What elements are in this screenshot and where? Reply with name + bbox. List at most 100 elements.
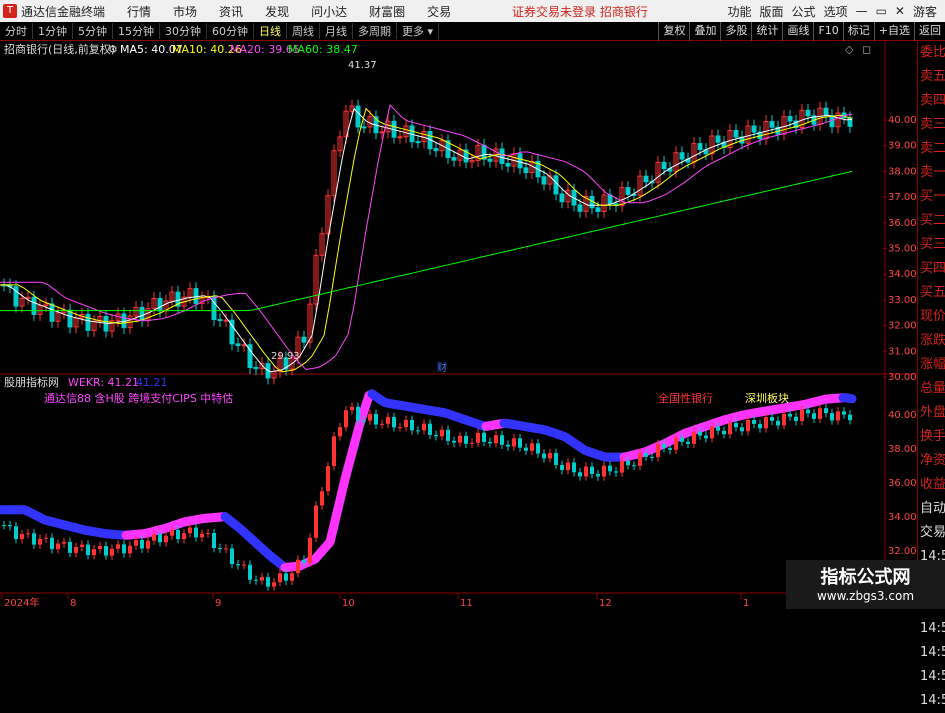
user-label[interactable]: 游客 [913,3,937,20]
candle-body [788,117,792,121]
sub-candle-body [548,453,552,458]
sub-candle-body [50,538,54,549]
stats-button[interactable]: 统计 [751,22,782,41]
tab-30min[interactable]: 30分钟 [160,23,207,39]
finance-marker[interactable]: 财 [437,361,447,374]
sub-candle-body [26,533,30,534]
kline-chart[interactable]: 招商银行(日线,前复权) ⚙ MA5: 40.07 MA10: 40.26 MA… [0,41,917,609]
tab-multi-period[interactable]: 多周期 [353,23,397,39]
candle-body [302,337,306,342]
ma60-label: MA60: 38.47 [288,43,358,56]
f10-button[interactable]: F10 [813,22,842,41]
sub-candle-body [752,420,756,424]
tab-1min[interactable]: 1分钟 [33,23,73,39]
sub-candle-body [728,423,732,434]
price-tick: 34.00 [888,269,917,280]
sub-price-tick: 40.00 [888,410,917,421]
tab-timeshare[interactable]: 分时 [0,23,33,39]
sub-candle-body [608,466,612,472]
sub-candle-body [530,443,534,450]
tab-60min[interactable]: 60分钟 [207,23,254,39]
sub-candle-body [176,530,180,539]
sub-candle-body [398,427,402,428]
sub-candle-body [818,408,822,419]
app-logo-icon: T [3,4,17,18]
minimize-icon[interactable]: — [856,4,868,18]
side-label: 卖一 [918,161,945,185]
menu-layout[interactable]: 版面 [760,3,784,20]
menu-market[interactable]: 市场 [173,3,197,20]
sub-candle-body [326,466,330,491]
menu-ask[interactable]: 问小达 [311,3,347,20]
restore-icon[interactable]: ▭ [876,4,887,18]
tab-weekly[interactable]: 周线 [287,23,320,39]
tab-5min[interactable]: 5分钟 [73,23,113,39]
multi-stock-button[interactable]: 多股 [720,22,751,41]
menu-discover[interactable]: 发现 [265,3,289,20]
price-tick: 31.00 [888,346,917,357]
sub-candle-body [308,538,312,563]
candle-body [596,208,600,212]
draw-button[interactable]: 画线 [782,22,813,41]
sub-candle-body [368,414,372,421]
candle-body [716,136,720,142]
sub-candle-body [452,441,456,443]
expand-icon[interactable]: ◻ [862,43,871,56]
main-price-axis: 40.0039.0038.0037.0036.0035.0034.0033.00… [883,115,917,383]
side-label: 买二 [918,209,945,233]
menu-news[interactable]: 资讯 [219,3,243,20]
wekr-band [0,394,852,568]
settings-icon[interactable]: ⚙ [108,43,118,56]
sub-candle-body [482,433,486,442]
quote-side-panel: 委比卖五卖四卖三卖二卖一买一买二买三买四买五现价涨跌涨幅总量外盘换手净资收益自动… [917,41,945,609]
candle-body [506,163,510,166]
sub-candle-body [566,462,570,470]
login-notice[interactable]: 证券交易未登录 招商银行 [512,3,648,20]
sub-candle-body [596,474,600,476]
mark-button[interactable]: 标记 [843,22,874,41]
sub-candle-body [830,413,834,420]
date-tick: 1 [743,598,749,609]
price-tick: 40.00 [888,115,917,126]
tab-monthly[interactable]: 月线 [320,23,353,39]
candle-body [680,153,684,159]
adjust-button[interactable]: 复权 [658,22,689,41]
menu-wealth[interactable]: 财富圈 [369,3,405,20]
sub-price-tick: 34.00 [888,512,917,523]
sub-candle-body [788,414,792,417]
overlay-button[interactable]: 叠加 [689,22,720,41]
ma60-line [0,171,852,310]
menu-quotes[interactable]: 行情 [127,3,151,20]
sub-candle-body [302,560,306,563]
tab-daily[interactable]: 日线 [254,23,287,39]
sub-candle-body [62,542,66,544]
sub-candle-body [794,417,798,421]
diamond-icon[interactable]: ◇ [845,43,854,56]
sub-candle-body [734,423,738,427]
side-label: 涨跌 [918,329,945,353]
menu-options[interactable]: 选项 [824,3,848,20]
sub-candle-body [422,424,426,431]
side-label: 外盘 [918,401,945,425]
add-watchlist-button[interactable]: +自选 [874,22,914,41]
tab-15min[interactable]: 15分钟 [113,23,160,39]
tab-more[interactable]: 更多 ▾ [397,23,439,39]
price-tick: 35.00 [888,244,917,255]
candle-body [398,137,402,138]
menu-trade[interactable]: 交易 [427,3,451,20]
candle-body [578,205,582,211]
sub-candle-body [98,546,102,549]
sub-candle-body [824,408,828,413]
sub-candle-body [320,491,324,505]
sub-candle-body [542,454,546,459]
menu-formula[interactable]: 公式 [792,3,816,20]
back-button[interactable]: 返回 [914,22,945,41]
menu-function[interactable]: 功能 [728,3,752,20]
candle-body [236,344,240,346]
sub-candle-body [158,534,162,542]
sub-candle-body [356,407,360,421]
close-icon[interactable]: ✕ [895,4,905,18]
sub-candle-body [344,410,348,427]
sub-price-axis: 40.0038.0036.0034.0032.00 [888,410,917,557]
side-label: 现价 [918,305,945,329]
